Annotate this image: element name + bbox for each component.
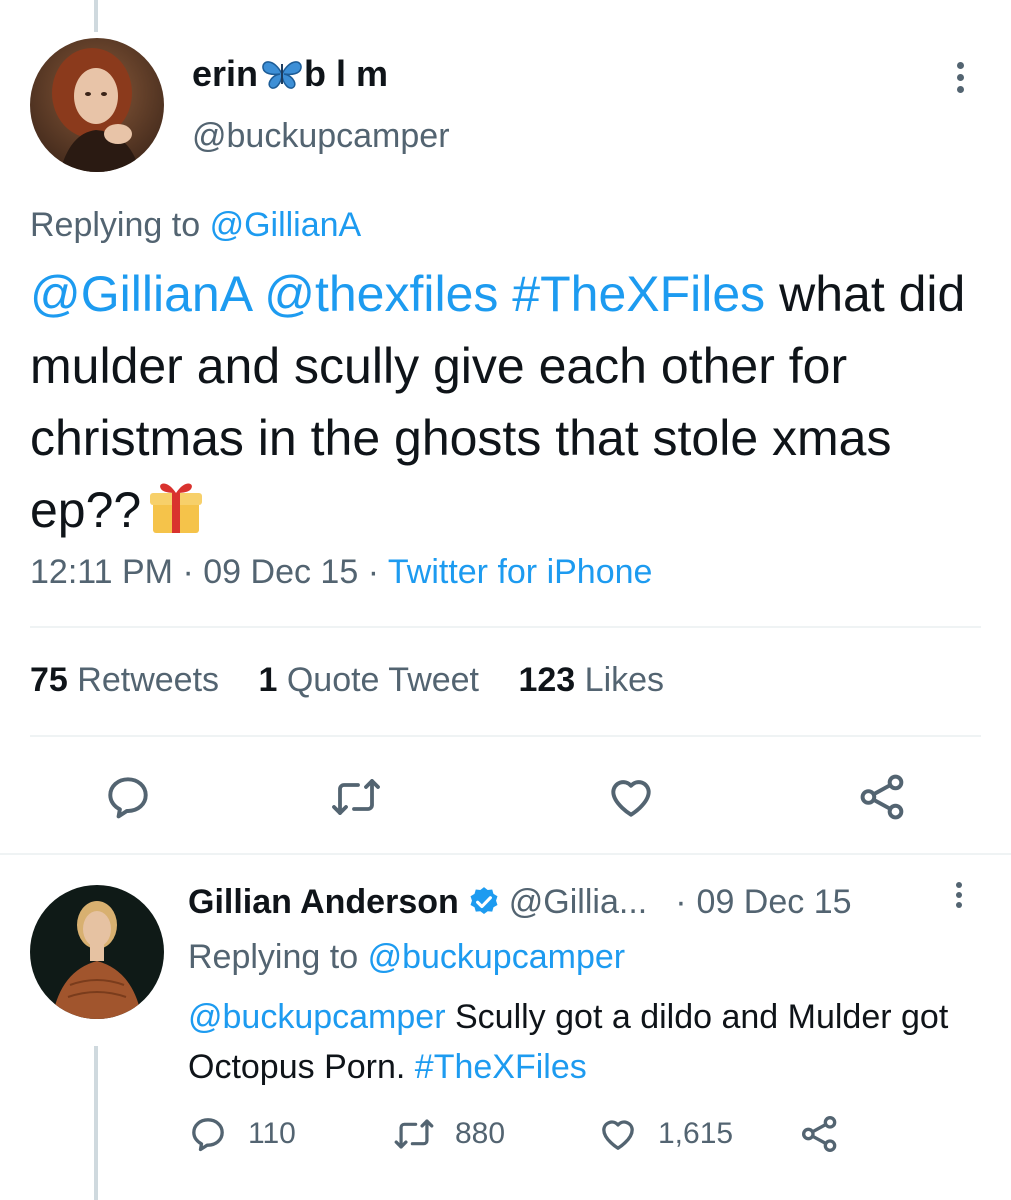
reply-icon	[192, 1118, 224, 1152]
divider	[0, 853, 1011, 855]
retweet-action[interactable]: 880	[393, 1114, 505, 1154]
share-icon	[802, 1116, 837, 1153]
reply-count: 110	[248, 1117, 296, 1150]
hashtag-link[interactable]: #TheXFiles	[512, 266, 765, 322]
author-handle[interactable]: @Gillia...	[509, 880, 647, 924]
share-icon[interactable]	[858, 772, 908, 822]
mention-link[interactable]: @thexfiles	[264, 266, 498, 322]
replying-to-link[interactable]: @GillianA	[210, 206, 362, 244]
tweet-date[interactable]: 09 Dec 15	[203, 553, 358, 591]
author-name[interactable]: erin b l m	[192, 52, 450, 96]
gift-icon	[150, 483, 203, 533]
hashtag-link[interactable]: #TheXFiles	[415, 1048, 587, 1086]
replying-to: Replying to @buckupcamper	[188, 938, 626, 976]
tweet-author[interactable]: erin b l m @buckupcamper	[192, 52, 450, 158]
author-name[interactable]: Gillian Anderson	[188, 880, 459, 924]
thread-line	[94, 1046, 98, 1200]
butterfly-icon	[262, 61, 302, 89]
tweet-client[interactable]: Twitter for iPhone	[388, 553, 653, 591]
more-options-icon[interactable]	[956, 882, 962, 908]
quote-tweets-stat[interactable]: 1 Quote Tweet	[258, 661, 479, 699]
like-action[interactable]: 1,615	[598, 1114, 733, 1154]
divider	[30, 735, 981, 737]
reply-author[interactable]: Gillian Anderson @Gillia... · 09 Dec 15	[188, 880, 852, 924]
avatar[interactable]	[30, 38, 164, 172]
tweet-body: @GillianA @thexfiles #TheXFiles what did…	[30, 258, 990, 546]
reply-body: @buckupcamper Scully got a dildo and Mul…	[188, 992, 988, 1092]
verified-badge-icon	[470, 887, 498, 915]
replying-to-link[interactable]: @buckupcamper	[368, 938, 626, 976]
reply-action[interactable]: 110	[188, 1114, 296, 1154]
tweet-time[interactable]: 12:11 PM	[30, 553, 173, 591]
retweet-count: 880	[455, 1117, 506, 1150]
like-count: 1,615	[658, 1117, 734, 1150]
mention-link[interactable]: @buckupcamper	[188, 998, 446, 1036]
tweet-meta: 12:11 PM · 09 Dec 15 · Twitter for iPhon…	[30, 553, 653, 591]
like-icon	[602, 1120, 634, 1150]
tweet-stats: 75 Retweets 1 Quote Tweet 123 Likes	[30, 658, 694, 702]
divider	[30, 626, 981, 628]
author-handle[interactable]: @buckupcamper	[192, 114, 450, 158]
retweets-stat[interactable]: 75 Retweets	[30, 661, 219, 699]
avatar[interactable]	[30, 885, 164, 1019]
share-action[interactable]	[800, 1114, 860, 1154]
retweet-icon	[394, 1119, 434, 1149]
replying-to: Replying to @GillianA	[30, 206, 362, 244]
thread-line	[94, 0, 98, 32]
like-icon[interactable]	[606, 772, 656, 822]
more-options-icon[interactable]	[957, 62, 964, 93]
reply-icon[interactable]	[103, 772, 153, 822]
likes-stat[interactable]: 123 Likes	[518, 661, 664, 699]
retweet-icon[interactable]	[330, 772, 382, 822]
mention-link[interactable]: @GillianA	[30, 266, 250, 322]
tweet-date[interactable]: 09 Dec 15	[697, 880, 852, 924]
